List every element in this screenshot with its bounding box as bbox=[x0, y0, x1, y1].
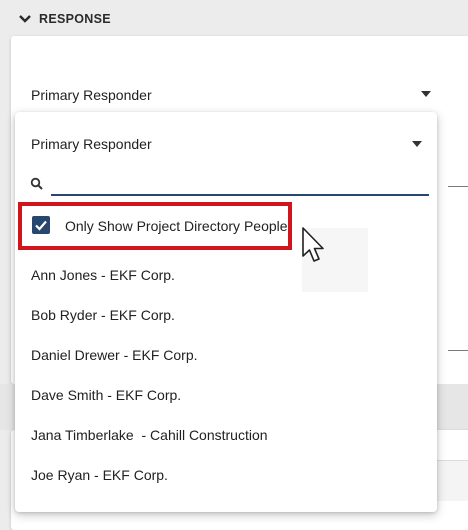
option-label: Ann Jones - EKF Corp. bbox=[31, 267, 175, 283]
section-header-response[interactable]: RESPONSE bbox=[0, 0, 468, 36]
list-item[interactable]: Joe Ryan - EKF Corp. bbox=[15, 454, 437, 494]
search-input[interactable] bbox=[51, 170, 429, 196]
primary-responder-field-label[interactable]: Primary Responder bbox=[31, 87, 152, 103]
section-title: RESPONSE bbox=[39, 12, 111, 26]
list-item[interactable]: Jana Timberlake - Cahill Construction bbox=[15, 414, 437, 454]
dropdown-title[interactable]: Primary Responder bbox=[31, 136, 152, 152]
list-item[interactable]: Ann Jones - EKF Corp. bbox=[15, 254, 437, 294]
primary-responder-dropdown: Primary Responder Only Show Project Dire… bbox=[15, 112, 437, 512]
project-directory-checkbox[interactable] bbox=[32, 216, 50, 234]
option-label: Daniel Drewer - EKF Corp. bbox=[31, 347, 198, 363]
search-icon bbox=[30, 177, 43, 190]
field-underline bbox=[448, 350, 468, 351]
option-label: Dave Smith - EKF Corp. bbox=[31, 387, 182, 403]
list-item[interactable]: Daniel Drewer - EKF Corp. bbox=[15, 334, 437, 374]
chevron-down-icon[interactable] bbox=[18, 12, 32, 26]
option-label: Jana Timberlake - Cahill Construction bbox=[31, 427, 268, 443]
dropdown-arrow-icon[interactable] bbox=[412, 141, 422, 147]
mouse-cursor-icon bbox=[302, 227, 324, 262]
list-item[interactable]: Bob Ryder - EKF Corp. bbox=[15, 294, 437, 334]
option-label: Joe Ryan - EKF Corp. bbox=[31, 467, 168, 483]
list-item[interactable]: Dave Smith - EKF Corp. bbox=[15, 374, 437, 414]
dropdown-arrow-icon[interactable] bbox=[421, 91, 431, 97]
checkmark-icon bbox=[35, 220, 47, 231]
field-underline bbox=[448, 186, 468, 187]
checkbox-label[interactable]: Only Show Project Directory People bbox=[65, 218, 288, 234]
option-label: Bob Ryder - EKF Corp. bbox=[31, 307, 175, 323]
